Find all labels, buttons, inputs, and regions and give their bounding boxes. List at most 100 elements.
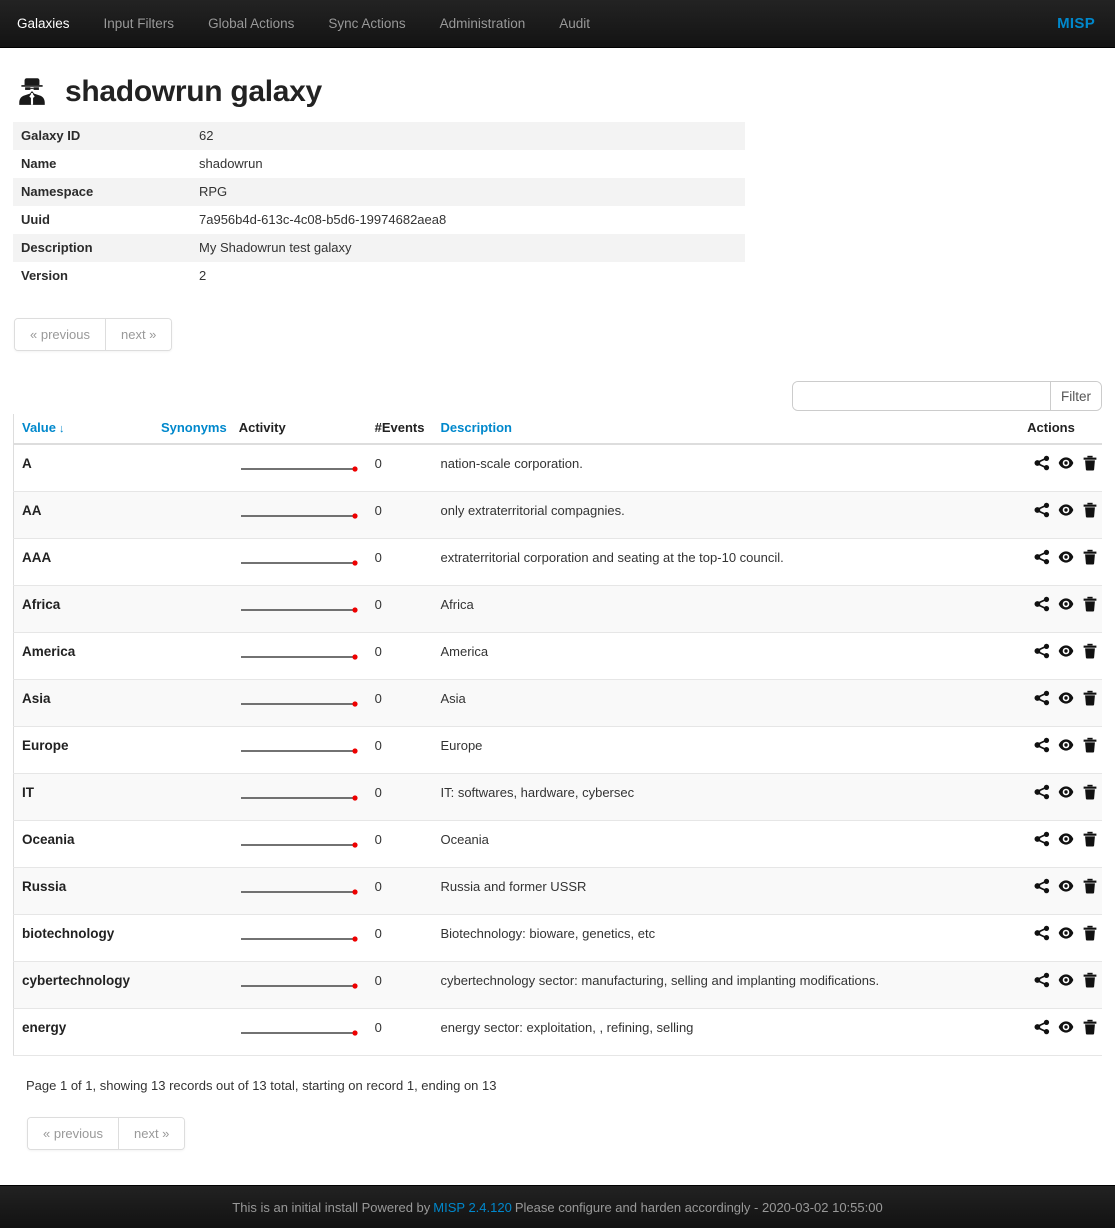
cell-value: A (14, 444, 153, 492)
cluster-value-label: Europe (22, 738, 69, 753)
cell-synonyms (153, 915, 231, 962)
detail-value: 62 (199, 128, 214, 143)
eye-icon[interactable] (1058, 784, 1074, 800)
cell-synonyms (153, 539, 231, 586)
eye-icon[interactable] (1058, 737, 1074, 753)
trash-icon[interactable] (1082, 549, 1098, 565)
table-row: Europe 0 Europe (13, 726, 1102, 774)
next-page-button[interactable]: next » (105, 319, 172, 350)
cell-description: extraterritorial corporation and seating… (440, 550, 784, 565)
eye-icon[interactable] (1058, 596, 1074, 612)
cluster-value-label: America (22, 644, 76, 659)
eye-icon[interactable] (1058, 831, 1074, 847)
trash-icon[interactable] (1082, 784, 1098, 800)
trash-icon[interactable] (1082, 831, 1098, 847)
trash-icon[interactable] (1082, 690, 1098, 706)
table-row: A 0 nation-scale corporation. (13, 444, 1102, 492)
detail-row-version: Version 2 (13, 262, 745, 290)
filter-input[interactable] (793, 382, 1050, 410)
cell-value: Africa (14, 586, 153, 633)
column-header-activity: Activity (230, 414, 367, 445)
trash-icon[interactable] (1082, 643, 1098, 659)
share-icon[interactable] (1034, 972, 1050, 988)
cell-synonyms (153, 868, 231, 915)
detail-key: Version (21, 268, 68, 283)
sort-link-value[interactable]: Value (22, 420, 56, 435)
share-icon[interactable] (1034, 690, 1050, 706)
cell-synonyms (153, 1009, 231, 1056)
row-actions (1034, 455, 1098, 471)
cell-events-count: 0 (374, 597, 382, 612)
footer-misp-version-link[interactable]: MISP 2.4.120 (430, 1200, 515, 1215)
navbar-items: Galaxies Input Filters Global Actions Sy… (0, 0, 607, 47)
cell-value: AAA (14, 539, 153, 586)
cluster-value-label: A (22, 456, 32, 471)
cluster-value-label: energy (22, 1020, 67, 1035)
cell-synonyms (153, 774, 231, 821)
cell-events-count: 0 (374, 879, 382, 894)
filter-button[interactable]: Filter (1050, 382, 1101, 410)
eye-icon[interactable] (1058, 502, 1074, 518)
trash-icon[interactable] (1082, 502, 1098, 518)
share-icon[interactable] (1034, 549, 1050, 565)
cell-actions (1019, 633, 1102, 680)
previous-page-button[interactable]: « previous (15, 319, 106, 350)
misp-brand-logo[interactable]: MISP (1057, 15, 1101, 32)
sort-link-description[interactable]: Description (440, 420, 512, 435)
activity-sparkline (240, 889, 358, 895)
cluster-value-label: Russia (22, 879, 67, 894)
cell-description: Russia and former USSR (440, 879, 587, 894)
eye-icon[interactable] (1058, 455, 1074, 471)
cluster-value-label: Oceania (22, 832, 75, 847)
share-icon[interactable] (1034, 831, 1050, 847)
eye-icon[interactable] (1058, 925, 1074, 941)
row-actions (1034, 1019, 1098, 1035)
eye-icon[interactable] (1058, 878, 1074, 894)
eye-icon[interactable] (1058, 972, 1074, 988)
next-page-button-bottom[interactable]: next » (118, 1118, 185, 1149)
cluster-value-label: Africa (22, 597, 61, 612)
share-icon[interactable] (1034, 878, 1050, 894)
cell-value: Oceania (14, 821, 153, 868)
previous-page-button-bottom[interactable]: « previous (28, 1118, 119, 1149)
nav-item-galaxies[interactable]: Galaxies (0, 0, 87, 47)
table-row: biotechnology 0 Biotechnology: bioware, ge… (13, 914, 1102, 962)
cluster-value-label: cybertechnology (22, 973, 131, 988)
nav-item-audit[interactable]: Audit (542, 0, 607, 47)
eye-icon[interactable] (1058, 1019, 1074, 1035)
trash-icon[interactable] (1082, 972, 1098, 988)
trash-icon[interactable] (1082, 878, 1098, 894)
cell-activity (231, 727, 367, 774)
trash-icon[interactable] (1082, 596, 1098, 612)
nav-item-input-filters[interactable]: Input Filters (87, 0, 192, 47)
share-icon[interactable] (1034, 596, 1050, 612)
share-icon[interactable] (1034, 784, 1050, 800)
footer-suffix-text: Please configure and harden accordingly … (514, 1199, 883, 1215)
cluster-value-label: Asia (22, 691, 51, 706)
trash-icon[interactable] (1082, 925, 1098, 941)
cell-actions (1019, 962, 1102, 1009)
sort-link-synonyms[interactable]: Synonyms (161, 420, 227, 435)
trash-icon[interactable] (1082, 1019, 1098, 1035)
trash-icon[interactable] (1082, 737, 1098, 753)
eye-icon[interactable] (1058, 549, 1074, 565)
nav-item-global-actions[interactable]: Global Actions (191, 0, 311, 47)
cell-events-count: 0 (374, 503, 382, 518)
share-icon[interactable] (1034, 737, 1050, 753)
table-row: Africa 0 Africa (13, 585, 1102, 633)
nav-item-administration[interactable]: Administration (423, 0, 543, 47)
eye-icon[interactable] (1058, 643, 1074, 659)
table-body: A 0 nation-scale corporation. AA 0 only extra… (13, 444, 1102, 1056)
cell-synonyms (153, 444, 231, 492)
share-icon[interactable] (1034, 502, 1050, 518)
share-icon[interactable] (1034, 643, 1050, 659)
cell-events-count: 0 (374, 973, 382, 988)
nav-item-sync-actions[interactable]: Sync Actions (311, 0, 422, 47)
share-icon[interactable] (1034, 1019, 1050, 1035)
detail-row-namespace: Namespace RPG (13, 178, 745, 206)
record-counter: Page 1 of 1, showing 13 records out of 1… (26, 1078, 497, 1093)
share-icon[interactable] (1034, 455, 1050, 471)
share-icon[interactable] (1034, 925, 1050, 941)
trash-icon[interactable] (1082, 455, 1098, 471)
eye-icon[interactable] (1058, 690, 1074, 706)
